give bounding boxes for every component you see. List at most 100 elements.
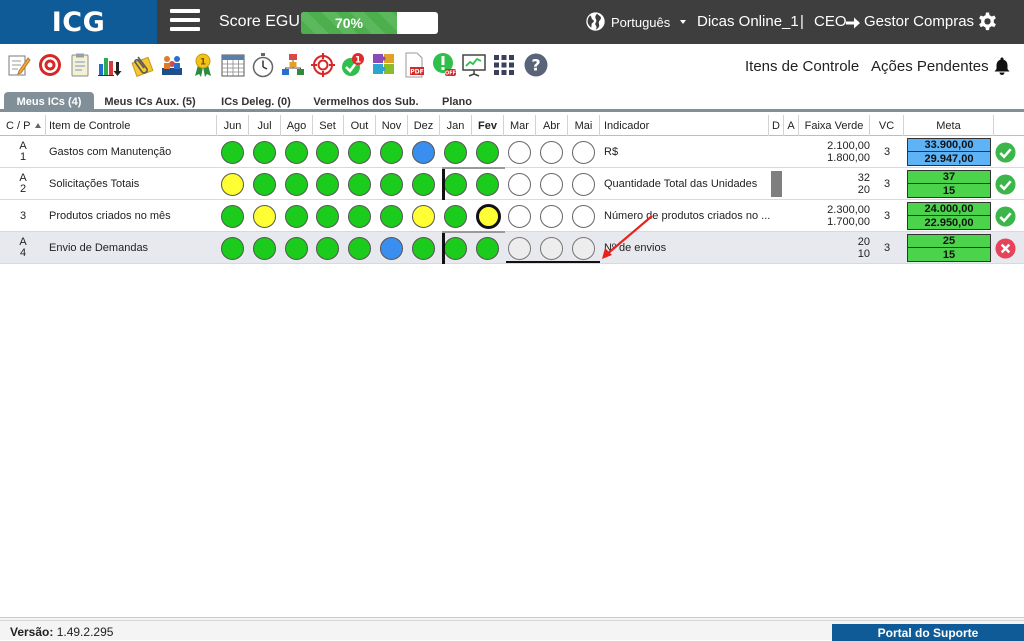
month-status-jun[interactable] [221, 237, 244, 260]
month-status-ago[interactable] [285, 205, 308, 228]
table-row[interactable]: A 1 Gastos com Manutenção R$ 2.100,00 1.800,0… [0, 136, 1024, 168]
help-icon[interactable]: ? [523, 52, 549, 78]
month-status-nov[interactable] [380, 141, 403, 164]
month-status-mar[interactable] [508, 237, 531, 260]
month-status-abr[interactable] [540, 237, 563, 260]
col-header-month-fev[interactable]: Fev [472, 115, 504, 136]
col-header-month-out[interactable]: Out [344, 115, 376, 136]
month-status-out[interactable] [348, 173, 371, 196]
col-header-item[interactable]: Item de Controle [46, 115, 217, 136]
month-status-out[interactable] [348, 237, 371, 260]
row-meta[interactable]: 37 15 [907, 170, 991, 198]
apps-grid-icon[interactable] [491, 52, 517, 78]
presentation-icon[interactable] [461, 52, 487, 78]
calendar-grid-icon[interactable] [220, 52, 246, 78]
month-status-jan[interactable] [444, 205, 467, 228]
month-status-nov[interactable] [380, 205, 403, 228]
col-header-month-dez[interactable]: Dez [408, 115, 440, 136]
col-header-month-abr[interactable]: Abr [536, 115, 568, 136]
month-status-mar[interactable] [508, 205, 531, 228]
month-status-mai[interactable] [572, 237, 595, 260]
col-header-month-nov[interactable]: Nov [376, 115, 408, 136]
hamburger-menu-icon[interactable] [170, 9, 200, 35]
row-item-name[interactable]: Produtos criados no mês [49, 200, 215, 232]
stopwatch-icon[interactable] [250, 52, 276, 78]
chevron-down-icon[interactable] [680, 20, 686, 24]
col-header-month-jun[interactable]: Jun [217, 115, 249, 136]
acoes-pendentes-link[interactable]: Ações Pendentes [871, 58, 989, 75]
tab-vermelhos-dos-sub[interactable]: Vermelhos dos Sub. [312, 92, 420, 112]
month-status-jan[interactable] [444, 141, 467, 164]
month-status-jan[interactable] [444, 237, 467, 260]
tab-ics-deleg[interactable]: ICs Deleg. (0) [214, 92, 298, 112]
team-meeting-icon[interactable] [159, 52, 185, 78]
check-circle-icon[interactable] [995, 174, 1016, 195]
month-status-abr[interactable] [540, 173, 563, 196]
col-header-month-mai[interactable]: Mai [568, 115, 600, 136]
row-item-name[interactable]: Envio de Demandas [49, 232, 215, 264]
col-header-faixa-verde[interactable]: Faixa Verde [799, 115, 870, 136]
month-status-fev[interactable] [476, 237, 499, 260]
check-circle-icon[interactable] [995, 206, 1016, 227]
table-row[interactable]: 3 Produtos criados no mês Número de produt… [0, 200, 1024, 232]
month-status-nov[interactable] [380, 237, 403, 260]
month-status-mai[interactable] [572, 205, 595, 228]
crosshair-icon[interactable] [310, 52, 336, 78]
month-status-jul[interactable] [253, 173, 276, 196]
month-status-jun[interactable] [221, 173, 244, 196]
month-status-dez[interactable] [412, 205, 435, 228]
tab-meus-ics[interactable]: Meus ICs (4) [4, 92, 94, 112]
month-status-dez[interactable] [412, 141, 435, 164]
target-icon[interactable] [37, 52, 63, 78]
month-status-fev[interactable] [476, 204, 501, 229]
col-header-month-jul[interactable]: Jul [249, 115, 281, 136]
role-target[interactable]: Gestor Compras [864, 13, 974, 30]
month-status-mai[interactable] [572, 173, 595, 196]
month-status-mar[interactable] [508, 173, 531, 196]
gear-icon[interactable] [976, 11, 999, 34]
col-header-meta[interactable]: Meta [904, 115, 994, 136]
month-status-fev[interactable] [476, 141, 499, 164]
bar-chart-download-icon[interactable] [97, 52, 123, 78]
col-header-vc[interactable]: VC [870, 115, 904, 136]
month-status-nov[interactable] [380, 173, 403, 196]
col-header-indicador[interactable]: Indicador [601, 115, 769, 136]
col-header-month-ago[interactable]: Ago [281, 115, 313, 136]
edit-notepad-icon[interactable] [6, 52, 32, 78]
month-status-dez[interactable] [412, 237, 435, 260]
month-status-jul[interactable] [253, 237, 276, 260]
col-header-month-jan[interactable]: Jan [440, 115, 472, 136]
row-meta[interactable]: 24.000,00 22.950,00 [907, 202, 991, 230]
month-status-ago[interactable] [285, 141, 308, 164]
portal-do-suporte-button[interactable]: Portal do Suporte [832, 624, 1024, 641]
bell-icon[interactable] [992, 56, 1012, 76]
row-item-name[interactable]: Gastos com Manutenção [49, 136, 215, 168]
paperclip-note-icon[interactable] [129, 52, 155, 78]
col-header-cp[interactable]: C / P [0, 115, 46, 136]
month-status-mar[interactable] [508, 141, 531, 164]
month-status-jul[interactable] [253, 141, 276, 164]
month-status-out[interactable] [348, 205, 371, 228]
month-status-dez[interactable] [412, 173, 435, 196]
tab-meus-ics-aux[interactable]: Meus ICs Aux. (5) [100, 92, 200, 112]
alert-off-icon[interactable]: OFF [431, 52, 457, 78]
col-header-a[interactable]: A [784, 115, 799, 136]
row-meta[interactable]: 33.900,00 29.947,00 [907, 138, 991, 166]
table-row[interactable]: A 4 Envio de Demandas Nº de envios 20 10 3 25 15 [0, 232, 1024, 264]
check-circle-icon[interactable] [995, 142, 1016, 163]
col-header-month-mar[interactable]: Mar [504, 115, 536, 136]
row-item-name[interactable]: Solicitações Totais [49, 168, 215, 200]
month-status-ago[interactable] [285, 173, 308, 196]
month-status-set[interactable] [316, 173, 339, 196]
puzzle-icon[interactable] [371, 52, 397, 78]
month-status-set[interactable] [316, 141, 339, 164]
itens-de-controle-link[interactable]: Itens de Controle [745, 58, 859, 75]
month-status-abr[interactable] [540, 141, 563, 164]
month-status-jun[interactable] [221, 205, 244, 228]
month-status-set[interactable] [316, 205, 339, 228]
month-status-out[interactable] [348, 141, 371, 164]
month-status-jun[interactable] [221, 141, 244, 164]
language-selector[interactable]: Português [611, 15, 670, 30]
month-status-abr[interactable] [540, 205, 563, 228]
x-circle-icon[interactable] [995, 238, 1016, 259]
